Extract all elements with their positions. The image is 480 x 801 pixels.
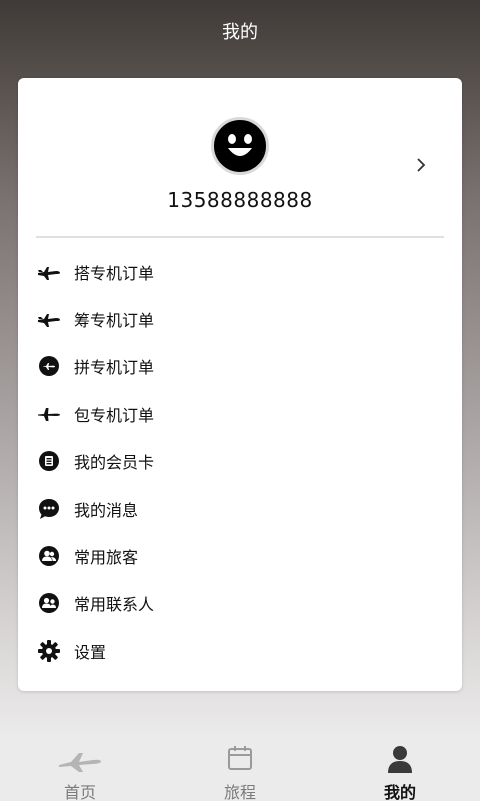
passenger-icon <box>36 543 62 569</box>
user-icon <box>388 746 412 773</box>
page-title: 我的 <box>222 22 258 43</box>
tab-label: 旅程 <box>223 783 256 801</box>
menu-item-share-charter-orders[interactable]: 拼专机订单 <box>18 343 462 390</box>
menu-item-frequent-contacts[interactable]: 常用联系人 <box>18 580 462 627</box>
avatar[interactable] <box>211 117 269 175</box>
menu-item-label: 我的会员卡 <box>74 453 155 473</box>
tab-home[interactable]: 首页 <box>0 735 160 801</box>
menu-item-label: 筹专机订单 <box>74 311 155 331</box>
plane-icon <box>36 306 62 332</box>
gear-icon <box>36 638 62 664</box>
profile-card: 13588888888 搭专机订单 筹专机订单 拼专机订单 包专机订单 我的会员… <box>18 78 462 691</box>
menu-item-label: 设置 <box>74 642 107 662</box>
menu-item-label: 搭专机订单 <box>74 263 155 283</box>
bottom-tab-bar: 首页 旅程 我的 <box>0 735 480 801</box>
menu-item-label: 拼专机订单 <box>74 358 155 378</box>
menu-item-label: 包专机订单 <box>74 405 155 425</box>
menu-item-label: 我的消息 <box>74 500 139 520</box>
menu-item-private-charter-orders[interactable]: 包专机订单 <box>18 390 462 437</box>
plane-icon <box>59 753 101 772</box>
phone-number: 13588888888 <box>167 188 313 212</box>
tab-label: 首页 <box>63 783 96 801</box>
menu-item-settings[interactable]: 设置 <box>18 627 462 674</box>
tab-label: 我的 <box>383 783 416 801</box>
menu-list: 搭专机订单 筹专机订单 拼专机订单 包专机订单 我的会员卡 我的消息 常用旅客 … <box>18 248 462 675</box>
chevron-right-icon[interactable] <box>414 156 428 174</box>
plane-icon <box>36 401 62 427</box>
top-bar: 我的 <box>0 0 480 62</box>
contact-icon <box>36 590 62 616</box>
tab-itinerary[interactable]: 旅程 <box>160 735 320 801</box>
plane-icon <box>36 259 62 285</box>
menu-item-label: 常用联系人 <box>74 595 155 615</box>
menu-item-membership-card[interactable]: 我的会员卡 <box>18 438 462 485</box>
card-icon <box>36 448 62 474</box>
plane-circle-icon <box>36 353 62 379</box>
tab-mine[interactable]: 我的 <box>320 735 480 801</box>
menu-item-frequent-passengers[interactable]: 常用旅客 <box>18 532 462 579</box>
menu-item-messages[interactable]: 我的消息 <box>18 485 462 532</box>
menu-item-label: 常用旅客 <box>74 548 139 568</box>
menu-item-join-charter-orders[interactable]: 搭专机订单 <box>18 248 462 295</box>
divider <box>36 236 444 238</box>
smiley-icon <box>228 134 252 156</box>
menu-item-fundraise-charter-orders[interactable]: 筹专机订单 <box>18 295 462 342</box>
message-icon <box>36 496 62 522</box>
profile-header[interactable]: 13588888888 <box>18 78 462 238</box>
calendar-icon <box>228 746 252 770</box>
